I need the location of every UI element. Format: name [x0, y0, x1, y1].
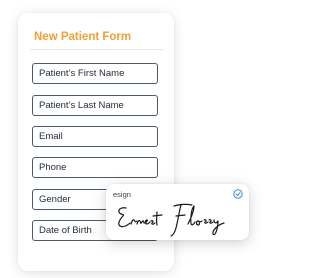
first-name-field[interactable]: Patient’s First Name: [32, 63, 158, 84]
phone-field[interactable]: Phone: [32, 157, 158, 178]
title-divider: [30, 49, 164, 50]
last-name-field[interactable]: Patient’s Last Name: [32, 95, 158, 116]
esign-card[interactable]: esign: [106, 184, 249, 240]
signature-drawing: [118, 203, 225, 237]
email-field[interactable]: Email: [32, 126, 158, 147]
form-title: New Patient Form: [34, 31, 132, 43]
stage: New Patient Form Patient’s First Name Pa…: [0, 0, 252, 278]
